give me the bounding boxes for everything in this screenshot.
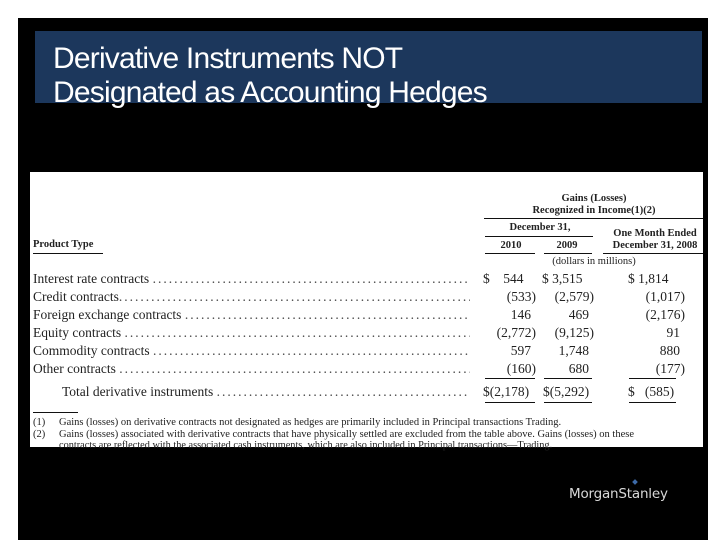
logo-text: MorganStanley <box>569 486 668 502</box>
row-label: Credit contracts <box>33 289 119 304</box>
leader-dots: ........................................… <box>119 361 470 376</box>
footnote-2: (2) Gains (losses) associated with deriva… <box>33 429 634 440</box>
col-2008-header-line-1: One Month Ended <box>613 228 697 239</box>
value-2010: 597 <box>510 343 531 358</box>
total-rule-2008 <box>629 402 676 403</box>
col-2008-rule <box>603 253 703 254</box>
value-2009: 1,748 <box>558 343 589 358</box>
subtotal-rule-2008 <box>629 378 676 379</box>
total-rule-2010 <box>485 402 535 403</box>
row-label: Commodity contracts <box>33 343 150 358</box>
value-2008: (177) <box>655 361 685 376</box>
total-rule-2009 <box>544 402 592 403</box>
leader-dots: ........................................… <box>124 325 470 340</box>
title-band: Derivative Instruments NOT Designated as… <box>35 31 702 109</box>
title-line-1: Derivative Instruments NOT <box>53 42 403 75</box>
period-label: December 31, <box>509 222 571 233</box>
footnote-2-continued: contracts are reflected with the associa… <box>33 440 552 451</box>
total-2009: $(5,292) <box>543 384 590 399</box>
group-title-line-1: Gains (Losses) <box>561 193 627 204</box>
value-2008: (1,017) <box>645 289 685 304</box>
product-type-rule <box>33 253 103 254</box>
row-label: Foreign exchange contracts <box>33 307 182 322</box>
value-2009: (9,125) <box>554 325 594 340</box>
leader-dots: ........................................… <box>152 343 470 358</box>
footnote-number: (1) <box>33 417 46 428</box>
value-2008: 880 <box>659 343 680 358</box>
leader-dots: ........................................… <box>152 271 470 286</box>
derivatives-table-image: Gains (Losses) Recognized in Income(1)(2… <box>30 172 703 451</box>
period-rule <box>485 236 593 237</box>
col-2008-header-line-2: December 31, 2008 <box>612 240 698 251</box>
col-2010-rule <box>485 253 535 254</box>
value-2009: 680 <box>568 361 589 376</box>
leader-dots: ........................................… <box>216 384 470 399</box>
morgan-stanley-logo: MorganStanley <box>569 479 668 502</box>
col-2009-header: 2009 <box>556 240 578 251</box>
footnote-text: Gains (losses) associated with derivativ… <box>59 429 634 440</box>
row-label: Equity contracts <box>33 325 122 340</box>
leader-dots: ........................................… <box>184 307 470 322</box>
value-2008: (2,176) <box>645 307 685 322</box>
subtotal-rule-2010 <box>485 378 535 379</box>
col-2009-rule <box>544 253 592 254</box>
group-title-line-2: Recognized in Income(1)(2) <box>532 205 656 216</box>
logo-mark-icon <box>632 479 638 485</box>
footnote-text: contracts are reflected with the associa… <box>59 440 553 451</box>
value-2010: 146 <box>510 307 531 322</box>
footnote-text: Gains (losses) on derivative contracts n… <box>59 417 562 428</box>
product-type-header: Product Type <box>33 239 94 250</box>
value-2009: (2,579) <box>554 289 594 304</box>
col-2010-header: 2010 <box>500 240 522 251</box>
units-label: (dollars in millions) <box>552 256 636 267</box>
header-rule <box>484 218 703 219</box>
footnote-number: (2) <box>33 429 46 440</box>
value-2008: $ 1,814 <box>628 271 669 286</box>
total-2010: $(2,178) <box>483 384 530 399</box>
value-2009: 469 <box>568 307 589 322</box>
title-line-2: Designated as Accounting Hedges <box>53 76 488 109</box>
value-2008: 91 <box>666 325 681 340</box>
slide-title: Derivative Instruments NOT Designated as… <box>53 42 488 110</box>
footnote-separator <box>33 412 78 413</box>
slide: Derivative Instruments NOT Designated as… <box>18 18 708 540</box>
row-label: Interest rate contracts <box>33 271 150 286</box>
total-label: Total derivative instruments <box>62 384 214 399</box>
row-label: Other contracts <box>33 361 116 376</box>
value-2010: $ 544 <box>483 271 524 286</box>
footnote-1: (1) Gains (losses) on derivative contract… <box>33 417 561 428</box>
subtotal-rule-2009 <box>544 378 592 379</box>
leader-dots: ........................................… <box>118 289 470 304</box>
total-2008: $ (585) <box>628 384 675 399</box>
value-2009: $ 3,515 <box>542 271 583 286</box>
